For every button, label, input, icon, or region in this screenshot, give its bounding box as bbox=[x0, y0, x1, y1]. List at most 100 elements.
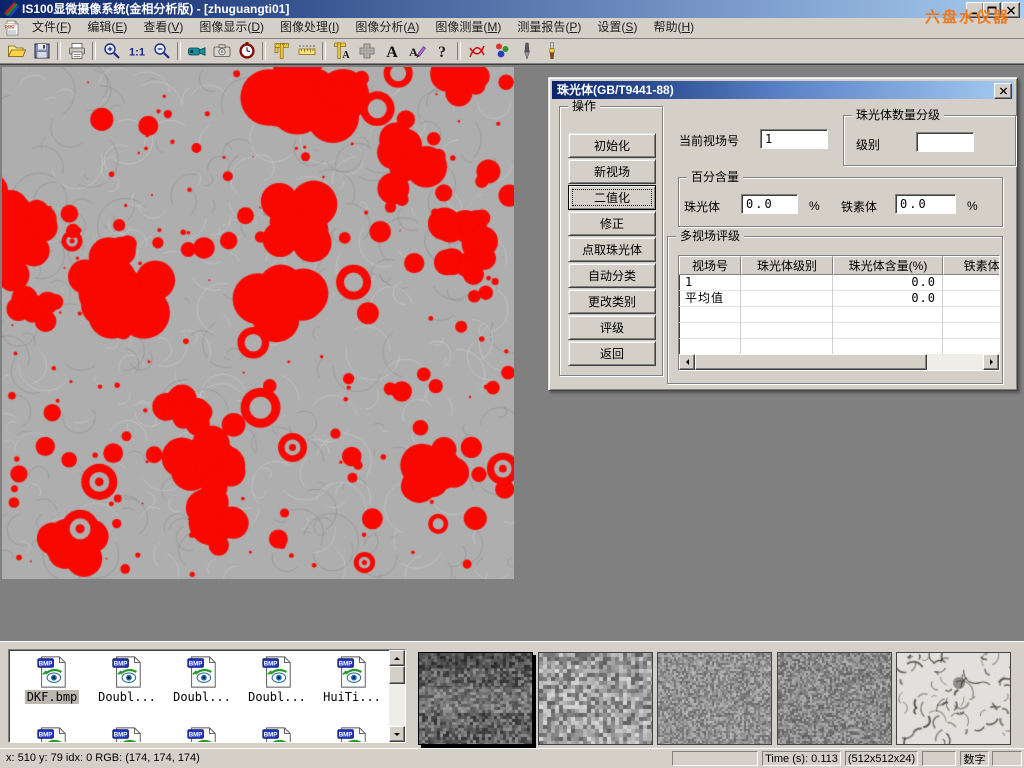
menu-item-8[interactable]: 设置(S) bbox=[589, 18, 645, 38]
maximize-icon[interactable] bbox=[983, 2, 1001, 18]
current-field-input[interactable] bbox=[760, 129, 828, 149]
sample-thumbnail-2[interactable] bbox=[538, 652, 653, 745]
file-item[interactable]: BMP bbox=[92, 726, 162, 743]
file-item[interactable]: BMPDoubl... bbox=[167, 655, 237, 704]
ferrite-percent-input[interactable] bbox=[895, 194, 956, 214]
level-input[interactable] bbox=[916, 132, 974, 152]
menu-item-2[interactable]: 查看(V) bbox=[135, 18, 191, 38]
brush-icon[interactable] bbox=[539, 40, 564, 62]
scroll-right-button[interactable] bbox=[983, 354, 999, 370]
sample-thumbnail-1[interactable] bbox=[418, 652, 533, 745]
menu-item-4[interactable]: 图像处理(I) bbox=[272, 18, 347, 38]
table-row[interactable] bbox=[679, 323, 1000, 339]
camcorder-icon[interactable] bbox=[184, 40, 209, 62]
op-button-3[interactable]: 二值化 bbox=[568, 185, 656, 210]
op-button-9[interactable]: 返回 bbox=[568, 341, 656, 366]
table-cell bbox=[741, 291, 833, 307]
menu-item-0[interactable]: 文件(F) bbox=[24, 18, 79, 38]
menu-item-7[interactable]: 测量报告(P) bbox=[509, 18, 589, 38]
save-icon[interactable] bbox=[29, 40, 54, 62]
menu-item-5[interactable]: 图像分析(A) bbox=[347, 18, 427, 38]
text-icon[interactable]: A bbox=[379, 40, 404, 62]
ruler-icon[interactable] bbox=[294, 40, 319, 62]
menu-item-1[interactable]: 编辑(E) bbox=[79, 18, 135, 38]
clock-icon[interactable] bbox=[234, 40, 259, 62]
menu-item-6[interactable]: 图像测量(M) bbox=[427, 18, 509, 38]
actual-size-icon[interactable]: 1:1 bbox=[124, 40, 149, 62]
table-row[interactable]: 10.0 bbox=[679, 275, 1000, 291]
table-cell: 0.0 bbox=[833, 291, 943, 307]
table-header-cell[interactable]: 视场号 bbox=[679, 256, 741, 275]
file-item[interactable]: BMPHuiTi... bbox=[317, 655, 387, 704]
menu-item-9[interactable]: 帮助(H) bbox=[645, 18, 702, 38]
particles-icon[interactable] bbox=[489, 40, 514, 62]
op-button-1[interactable]: 初始化 bbox=[568, 133, 656, 158]
file-list-scrollbar[interactable] bbox=[389, 650, 405, 742]
table-header-cell[interactable]: 珠光体含量(%) bbox=[833, 256, 943, 275]
op-button-5[interactable]: 点取珠光体 bbox=[568, 237, 656, 262]
op-button-2[interactable]: 新视场 bbox=[568, 159, 656, 184]
multi-field-group-label: 多视场评级 bbox=[676, 229, 744, 243]
table-row[interactable] bbox=[679, 339, 1000, 355]
svg-text:BMP: BMP bbox=[189, 660, 203, 667]
minimize-icon[interactable] bbox=[966, 2, 984, 18]
scroll-thumb[interactable] bbox=[389, 666, 405, 684]
op-button-4[interactable]: 修正 bbox=[568, 211, 656, 236]
rating-table[interactable]: 视场号珠光体级别珠光体含量(%)铁素体含量(%)10.0平均值0.0 bbox=[678, 255, 1000, 371]
table-hscrollbar[interactable] bbox=[679, 354, 999, 370]
scroll-down-button[interactable] bbox=[389, 726, 405, 742]
table-row[interactable]: 平均值0.0 bbox=[679, 291, 1000, 307]
table-cell bbox=[943, 339, 1000, 355]
app-icon[interactable] bbox=[3, 1, 19, 17]
status-panel-2: Time (s): 0.113 bbox=[762, 751, 841, 766]
op-button-7[interactable]: 更改类别 bbox=[568, 289, 656, 314]
bmp-file-icon: BMP bbox=[17, 726, 87, 743]
table-header-cell[interactable]: 铁素体含量(%) bbox=[943, 256, 1000, 275]
pearlite-unit: % bbox=[809, 199, 820, 213]
print-icon[interactable] bbox=[64, 40, 89, 62]
metallographic-image[interactable] bbox=[2, 67, 514, 579]
file-item[interactable]: BMP bbox=[317, 726, 387, 743]
annotate-icon[interactable]: A bbox=[404, 40, 429, 62]
curve-tool-icon[interactable] bbox=[464, 40, 489, 62]
close-icon[interactable] bbox=[1002, 2, 1020, 18]
title-bar: IS100显微摄像系统(金相分析版) - [zhuguangti01] bbox=[0, 0, 1024, 18]
table-header-cell[interactable]: 珠光体级别 bbox=[741, 256, 833, 275]
op-button-6[interactable]: 自动分类 bbox=[568, 263, 656, 288]
zoom-out-icon[interactable] bbox=[149, 40, 174, 62]
status-panel-3: (512x512x24) bbox=[845, 751, 918, 766]
pearlite-percent-input[interactable] bbox=[741, 194, 798, 214]
scroll-thumb[interactable] bbox=[695, 354, 927, 370]
toolbar-separator bbox=[322, 42, 326, 60]
table-cell bbox=[833, 339, 943, 355]
menu-items: 文件(F)编辑(E)查看(V)图像显示(D)图像处理(I)图像分析(A)图像测量… bbox=[24, 18, 702, 38]
file-item[interactable]: BMP bbox=[17, 726, 87, 743]
scroll-left-button[interactable] bbox=[679, 354, 695, 370]
open-icon[interactable] bbox=[4, 40, 29, 62]
document-icon[interactable]: DOC bbox=[4, 20, 20, 36]
menu-item-3[interactable]: 图像显示(D) bbox=[191, 18, 272, 38]
file-item[interactable]: BMPDoubl... bbox=[242, 655, 312, 704]
sample-thumbnail-5[interactable] bbox=[896, 652, 1011, 745]
table-row[interactable] bbox=[679, 307, 1000, 323]
dialog-title-bar[interactable]: 珠光体(GB/T9441-88) bbox=[552, 81, 1014, 99]
caliper-text-icon[interactable]: A bbox=[329, 40, 354, 62]
sample-thumbnail-3[interactable] bbox=[657, 652, 772, 745]
grid-cross-icon[interactable] bbox=[354, 40, 379, 62]
file-item[interactable]: BMPDKF.bmp bbox=[17, 655, 87, 704]
caliper-icon[interactable] bbox=[269, 40, 294, 62]
zoom-in-icon[interactable] bbox=[99, 40, 124, 62]
op-button-8[interactable]: 评级 bbox=[568, 315, 656, 340]
help-icon[interactable]: ? bbox=[429, 40, 454, 62]
toolbar-separator bbox=[92, 42, 96, 60]
pen-icon[interactable] bbox=[514, 40, 539, 62]
toolbar-separator bbox=[262, 42, 266, 60]
grade-group-label: 珠光体数量分级 bbox=[852, 108, 944, 122]
file-item[interactable]: BMPDoubl... bbox=[92, 655, 162, 704]
file-item[interactable]: BMP bbox=[167, 726, 237, 743]
camera-icon[interactable] bbox=[209, 40, 234, 62]
file-item[interactable]: BMP bbox=[242, 726, 312, 743]
close-icon[interactable] bbox=[994, 83, 1012, 99]
scroll-up-button[interactable] bbox=[389, 650, 405, 666]
sample-thumbnail-4[interactable] bbox=[777, 652, 892, 745]
